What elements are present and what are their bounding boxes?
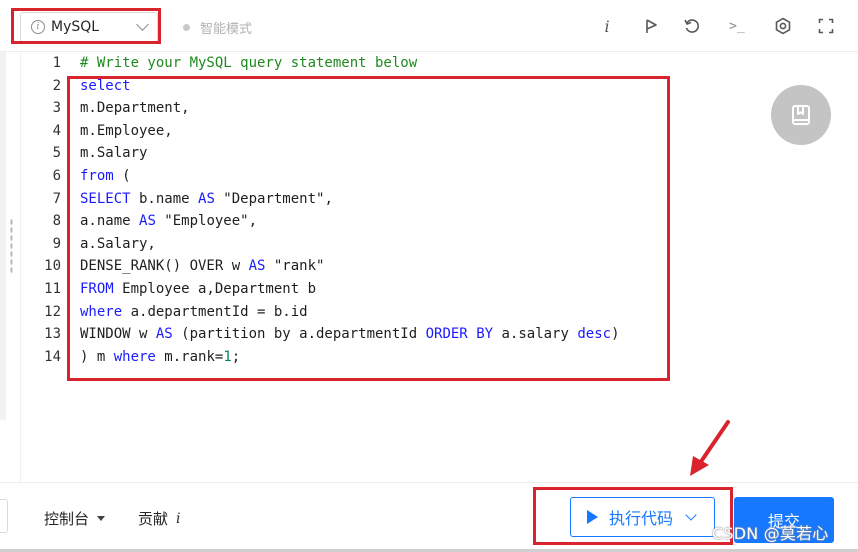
line-number: 14: [44, 348, 61, 365]
left-panel-button-edge: [0, 499, 8, 533]
info-icon[interactable]: i: [596, 15, 618, 37]
smart-mode-label: 智能模式: [200, 22, 253, 37]
info-glyph: i: [604, 16, 610, 36]
line-number: 7: [52, 190, 61, 207]
smart-mode-dot-icon: [183, 24, 190, 31]
contribute-label: 贡献: [138, 510, 169, 528]
editor-toolbar: i MySQL 智能模式 i >_: [0, 0, 858, 52]
terminal-icon[interactable]: >_: [726, 15, 748, 37]
resize-handle-icon[interactable]: [10, 218, 13, 274]
line-number: 11: [44, 280, 61, 297]
reset-icon[interactable]: [681, 15, 703, 37]
console-toggle[interactable]: 控制台: [44, 508, 106, 529]
info-icon: i: [176, 510, 181, 527]
flag-icon[interactable]: [640, 15, 662, 37]
settings-icon[interactable]: [772, 15, 794, 37]
annotation-box-language: [11, 8, 161, 44]
line-number: 6: [52, 167, 61, 184]
console-label: 控制台: [44, 510, 90, 528]
annotation-box-code: [67, 76, 670, 381]
line-number: 8: [52, 213, 61, 230]
line-number: 12: [44, 303, 61, 320]
contribute-button[interactable]: 贡献 i: [138, 508, 181, 529]
watermark: CSDN @莫若心: [712, 524, 829, 543]
caret-down-icon: [97, 516, 106, 521]
line-number: 1: [52, 55, 61, 71]
line-number: 5: [52, 145, 61, 162]
terminal-glyph: >_: [729, 18, 745, 34]
line-number: 2: [52, 77, 61, 94]
line-number: 10: [44, 258, 61, 275]
line-number: 3: [52, 100, 61, 117]
notes-button[interactable]: [771, 85, 831, 145]
book-icon: [792, 105, 810, 125]
line-number: 4: [52, 122, 61, 139]
code-line[interactable]: # Write your MySQL query statement below: [80, 52, 620, 75]
smart-mode-toggle[interactable]: 智能模式: [183, 18, 252, 37]
annotation-arrow-icon: [690, 420, 730, 476]
line-number-gutter: 1 2 3 4 5 6 7 8 9 10 11 12 13 14: [20, 52, 64, 368]
annotation-box-run: [533, 487, 733, 545]
left-panel-edge: [0, 52, 6, 420]
fullscreen-icon[interactable]: [815, 15, 837, 37]
line-number: 9: [52, 235, 61, 252]
line-number: 13: [44, 326, 61, 343]
